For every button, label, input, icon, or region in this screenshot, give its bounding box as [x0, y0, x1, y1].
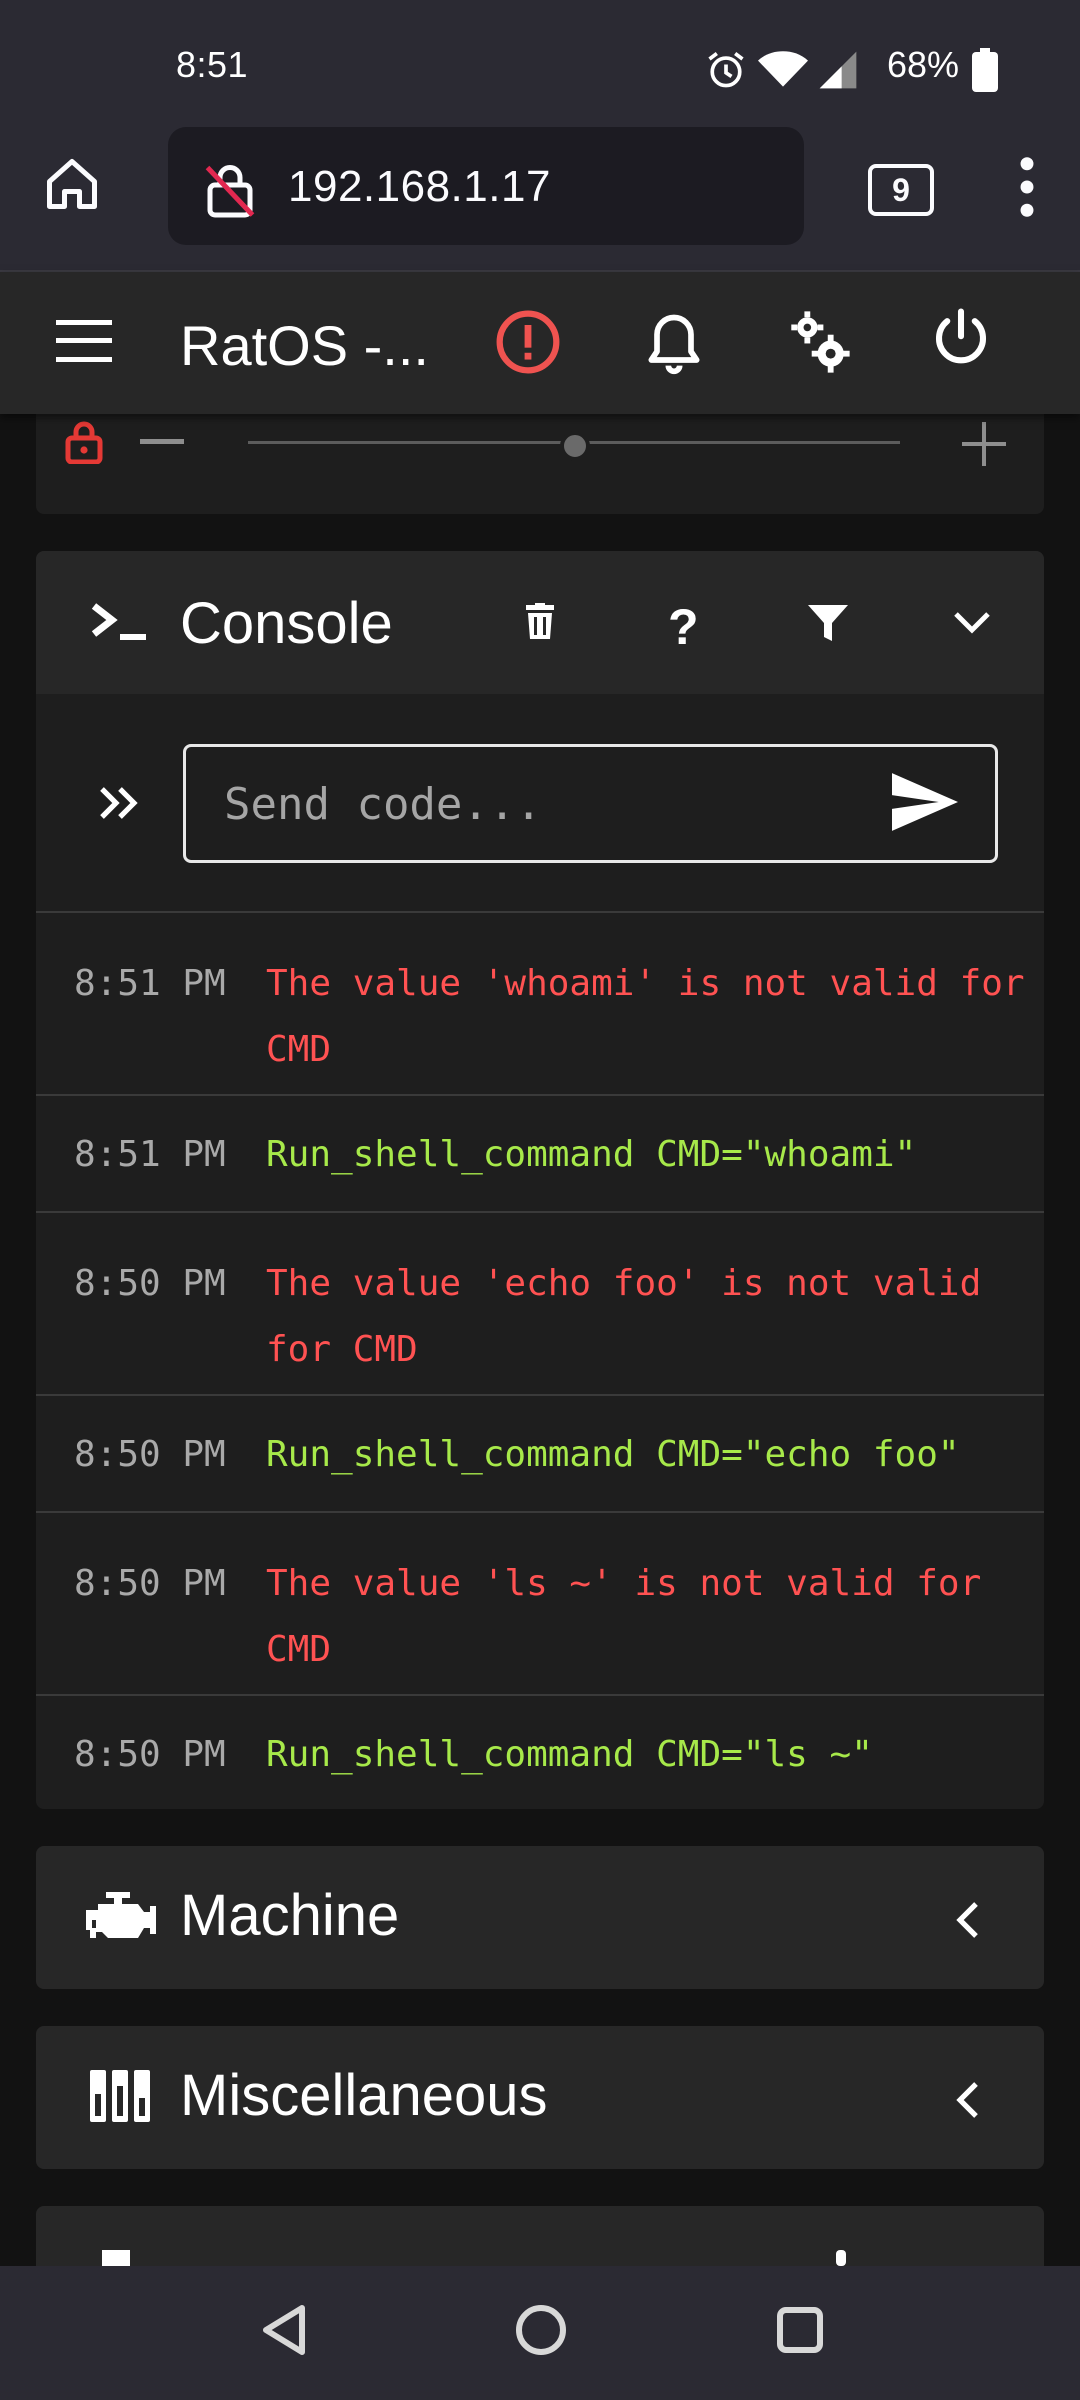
recents-icon[interactable] — [776, 2306, 824, 2354]
home-nav-icon[interactable] — [515, 2304, 567, 2356]
bell-icon[interactable] — [640, 308, 708, 378]
extruder-icon — [102, 2250, 130, 2266]
hamburger-menu-icon[interactable] — [56, 320, 112, 362]
clear-console-icon[interactable] — [524, 603, 556, 641]
entry-time: 8:51 PM — [74, 963, 226, 1004]
system-navigation-bar — [0, 2266, 1080, 2400]
miscellaneous-panel-header[interactable]: Miscellaneous — [36, 2026, 1044, 2169]
machine-panel-header[interactable]: Machine — [36, 1846, 1044, 1989]
home-button[interactable] — [42, 154, 102, 214]
console-entry: 8:51 PM The value 'whoami' is not valid … — [36, 911, 1044, 1096]
double-chevron-right-icon — [98, 785, 142, 821]
entry-text: The value 'echo foo' is not valid for CM… — [266, 1263, 1003, 1370]
entry-time: 8:50 PM — [74, 1263, 226, 1304]
console-entry: 8:50 PM The value 'echo foo' is not vali… — [36, 1211, 1044, 1396]
chevron-left-icon[interactable] — [956, 1900, 980, 1940]
entry-text: The value 'whoami' is not valid for CMD — [266, 963, 1047, 1070]
miscellaneous-title: Miscellaneous — [180, 2063, 548, 2128]
next-panel-header[interactable] — [36, 2206, 1044, 2266]
alarm-icon — [704, 48, 748, 92]
insecure-lock-icon[interactable] — [200, 160, 260, 220]
tab-count-button[interactable]: 9 — [868, 164, 934, 216]
console-entry: 8:50 PM Run_shell_command CMD="ls ~" — [36, 1694, 1044, 1809]
chevron-down-icon[interactable] — [952, 610, 992, 634]
back-icon[interactable] — [258, 2302, 310, 2358]
help-icon[interactable]: ? — [668, 598, 699, 656]
slider-thumb[interactable] — [560, 431, 590, 461]
url-text[interactable]: 192.168.1.17 — [288, 162, 551, 212]
terminal-icon — [90, 600, 148, 646]
console-title: Console — [180, 591, 393, 656]
send-code-input[interactable] — [222, 775, 866, 833]
entry-text: The value 'ls ~' is not valid for CMD — [266, 1563, 1003, 1670]
entry-text: Run_shell_command CMD="echo foo" — [266, 1434, 960, 1475]
chevron-left-icon[interactable] — [956, 2080, 980, 2120]
send-icon[interactable] — [892, 773, 958, 831]
panel-menu-icon[interactable] — [836, 2250, 846, 2266]
machine-title: Machine — [180, 1883, 400, 1948]
entry-time: 8:50 PM — [74, 1563, 226, 1604]
console-entry: 8:50 PM Run_shell_command CMD="echo foo" — [36, 1394, 1044, 1513]
increase-icon[interactable] — [962, 422, 1006, 466]
app-title: RatOS -... — [180, 314, 429, 377]
console-entry: 8:50 PM The value 'ls ~' is not valid fo… — [36, 1511, 1044, 1696]
signal-icon — [816, 48, 860, 92]
entry-time: 8:50 PM — [74, 1434, 226, 1475]
wifi-icon — [758, 48, 808, 92]
filter-icon[interactable] — [808, 605, 848, 641]
settings-cogs-icon[interactable] — [784, 306, 854, 378]
send-code-box[interactable] — [183, 744, 998, 863]
console-entry: 8:51 PM Run_shell_command CMD="whoami" — [36, 1094, 1044, 1213]
power-icon[interactable] — [928, 306, 994, 372]
battery-percent: 68% — [887, 44, 960, 85]
decrease-icon[interactable] — [140, 438, 184, 446]
columns-icon — [90, 2070, 150, 2122]
status-time: 8:51 — [176, 44, 249, 85]
entry-time: 8:51 PM — [74, 1134, 226, 1175]
entry-time: 8:50 PM — [74, 1734, 226, 1775]
entry-text: Run_shell_command CMD="whoami" — [266, 1134, 917, 1175]
lock-icon[interactable] — [64, 420, 104, 464]
entry-text: Run_shell_command CMD="ls ~" — [266, 1734, 873, 1775]
browser-menu-icon[interactable] — [1010, 156, 1044, 218]
battery-icon — [972, 48, 998, 92]
engine-icon — [86, 1892, 156, 1944]
alert-icon[interactable] — [494, 308, 562, 376]
